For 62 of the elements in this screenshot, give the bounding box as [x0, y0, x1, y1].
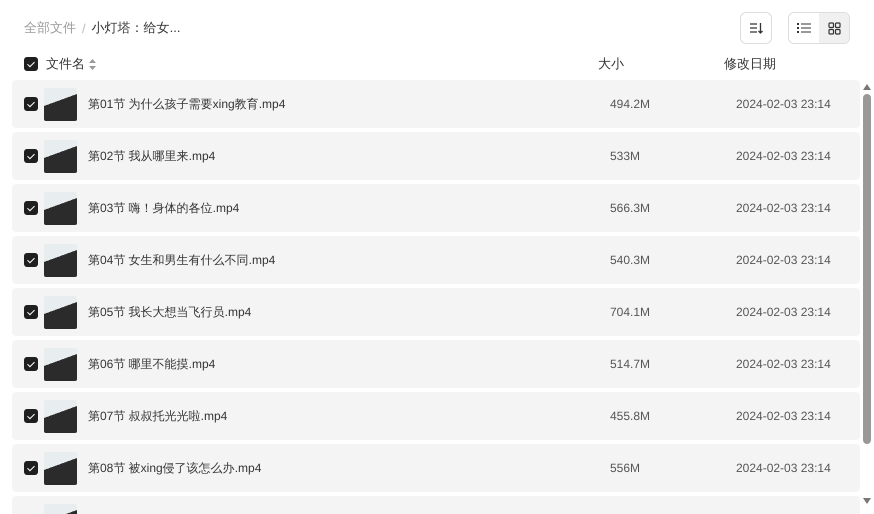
modified-date: 2024-02-03 23:14	[736, 97, 832, 111]
sort-button[interactable]	[740, 12, 772, 44]
file-name[interactable]: 第01节 为什么孩子需要xing教育.mp4	[88, 96, 610, 112]
modified-date: 2024-02-03 23:14	[736, 357, 832, 371]
row-checkbox[interactable]	[24, 305, 38, 319]
file-name[interactable]: 第02节 我从哪里来.mp4	[88, 148, 610, 164]
list-icon	[797, 22, 811, 34]
breadcrumb-link[interactable]: 小灯塔：给女...	[92, 19, 180, 37]
scroll-down-icon[interactable]	[863, 498, 871, 504]
column-header[interactable]: 文件名	[46, 55, 85, 73]
file-name[interactable]: 第04节 女生和男生有什么不同.mp4	[88, 252, 610, 268]
video-thumbnail	[44, 192, 77, 224]
grid-view-button[interactable]	[819, 13, 849, 43]
video-thumbnail	[44, 452, 77, 484]
modified-date: 2024-02-03 23:14	[736, 253, 832, 267]
file-name[interactable]: 第07节 叔叔托光光啦.mp4	[88, 408, 610, 424]
select-all-checkbox[interactable]	[24, 57, 38, 71]
file-row[interactable]: 第03节 嗨！身体的各位.mp4 566.3M 2024-02-03 23:14	[12, 184, 860, 232]
row-checkbox[interactable]	[24, 201, 38, 215]
video-thumbnail	[44, 244, 77, 276]
row-checkbox[interactable]	[24, 461, 38, 475]
file-row[interactable]: 第08节 被xing侵了该怎么办.mp4 556M 2024-02-03 23:14	[12, 444, 860, 492]
file-size: 494.2M	[610, 97, 652, 111]
modified-date: 2024-02-03 23:14	[736, 201, 832, 215]
sort-icon	[749, 21, 763, 35]
row-checkbox[interactable]	[24, 97, 38, 111]
file-size: 566.3M	[610, 201, 652, 215]
file-row[interactable]: 第01节 为什么孩子需要xing教育.mp4 494.2M 2024-02-03 23:14	[12, 80, 860, 128]
file-size: 540.3M	[610, 253, 652, 267]
file-row[interactable]: 第02节 我从哪里来.mp4 533M 2024-02-03 23:14	[12, 132, 860, 180]
row-checkbox[interactable]	[24, 253, 38, 267]
row-checkbox[interactable]	[24, 149, 38, 163]
file-size: 533M	[610, 149, 642, 163]
breadcrumb-separator: /	[82, 20, 86, 36]
video-thumbnail	[44, 296, 77, 328]
video-thumbnail	[44, 348, 77, 380]
file-name[interactable]: 第06节 哪里不能摸.mp4	[88, 356, 610, 372]
file-row[interactable]: 第04节 女生和男生有什么不同.mp4 540.3M 2024-02-03 23:14	[12, 236, 860, 284]
file-row[interactable]: 第06节 哪里不能摸.mp4 514.7M 2024-02-03 23:14	[12, 340, 860, 388]
modified-date: 2024-02-03 23:14	[736, 305, 832, 319]
file-size: 556M	[610, 461, 642, 475]
modified-date: 2024-02-03 23:14	[736, 409, 832, 423]
video-thumbnail	[44, 400, 77, 432]
column-header[interactable]: 大小	[598, 55, 624, 73]
file-row[interactable]: 第07节 叔叔托光光啦.mp4 455.8M 2024-02-03 23:14	[12, 392, 860, 440]
sort-icon[interactable]	[89, 58, 96, 70]
row-checkbox[interactable]	[24, 357, 38, 371]
video-thumbnail	[44, 140, 77, 172]
video-thumbnail	[44, 88, 77, 120]
file-size: 514.7M	[610, 357, 652, 371]
scroll-up-icon[interactable]	[863, 84, 871, 90]
file-size: 704.1M	[610, 305, 652, 319]
modified-date: 2024-02-03 23:14	[736, 149, 832, 163]
file-name[interactable]: 第03节 嗨！身体的各位.mp4	[88, 200, 610, 216]
file-row[interactable]: 第05节 我长大想当飞行员.mp4 704.1M 2024-02-03 23:14	[12, 288, 860, 336]
row-checkbox[interactable]	[24, 409, 38, 423]
file-size: 455.8M	[610, 409, 652, 423]
modified-date: 2024-02-03 23:14	[736, 461, 832, 475]
grid-icon	[828, 22, 840, 34]
file-name[interactable]: 第08节 被xing侵了该怎么办.mp4	[88, 460, 610, 476]
file-name[interactable]: 第05节 我长大想当飞行员.mp4	[88, 304, 610, 320]
column-header[interactable]: 修改日期	[724, 55, 776, 73]
